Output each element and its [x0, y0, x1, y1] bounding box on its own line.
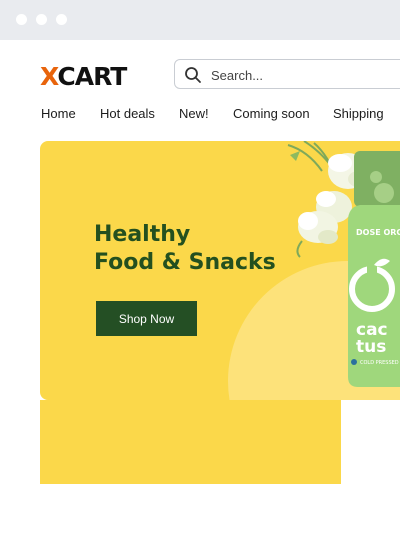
shop-now-button[interactable]: Shop Now — [96, 301, 197, 336]
juice-bottle-image: DOSE ORGANIC cac tus COLD PRESSED — [348, 151, 400, 387]
nav-coming-soon[interactable]: Coming soon — [233, 106, 310, 121]
search-input[interactable] — [209, 64, 393, 86]
nav-home[interactable]: Home — [41, 106, 76, 121]
hero-headline-line2: Food & Snacks — [94, 250, 276, 275]
window-minimize-dot[interactable] — [36, 14, 47, 25]
window-maximize-dot[interactable] — [56, 14, 67, 25]
store-page: XCART Home Hot deals New! Coming soon Sh… — [0, 40, 400, 540]
bottle-brand-label: DOSE ORGANIC — [356, 228, 400, 237]
window-close-dot[interactable] — [16, 14, 27, 25]
hero-headline-line1: Healthy — [94, 222, 191, 247]
bottle-tagline: COLD PRESSED — [360, 360, 399, 366]
xcart-logo[interactable]: XCART — [40, 62, 127, 91]
nav-new[interactable]: New! — [179, 106, 209, 121]
hero-headline: Healthy Food & Snacks — [94, 221, 276, 277]
hero-banner: DOSE ORGANIC cac tus COLD PRESSED Health… — [40, 141, 400, 400]
search-icon — [185, 67, 201, 83]
nav-hot-deals[interactable]: Hot deals — [100, 106, 155, 121]
browser-titlebar — [0, 0, 400, 40]
bottle-name-line2: tus — [356, 337, 386, 357]
nav-shipping[interactable]: Shipping — [333, 106, 384, 121]
search-box[interactable] — [174, 59, 400, 89]
promo-block — [40, 400, 341, 484]
